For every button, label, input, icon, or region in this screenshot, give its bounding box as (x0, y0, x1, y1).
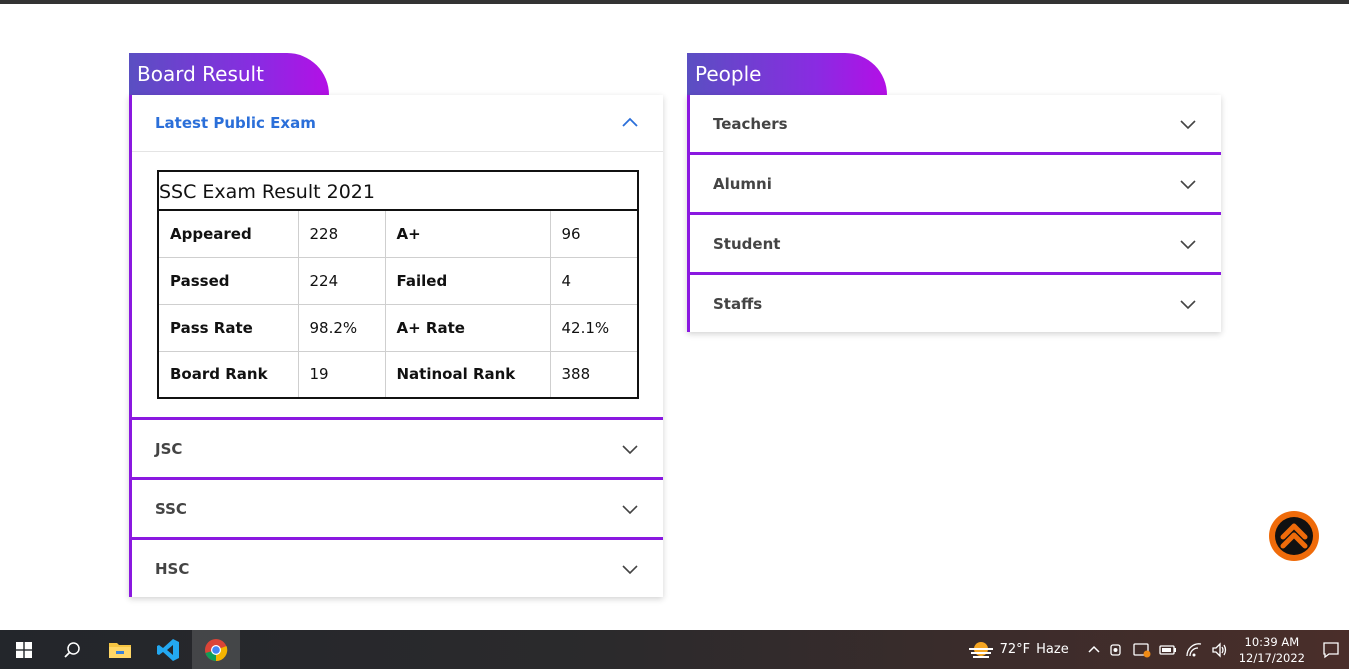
table-row: Pass Rate 98.2% A+ Rate 42.1% (157, 303, 639, 352)
table-row: Board Rank 19 Natinoal Rank 388 (157, 350, 639, 399)
cell-label: Natinoal Rank (384, 350, 551, 399)
cell-value: 4 (549, 256, 639, 305)
exam-result-table: SSC Exam Result 2021 Appeared 228 A+ 96 … (157, 170, 639, 399)
board-result-accordion: Latest Public Exam SSC Exam Result 2021 … (129, 95, 663, 597)
cell-label: A+ Rate (384, 303, 551, 352)
cell-label: Pass Rate (157, 303, 299, 352)
chevron-down-icon (1180, 239, 1196, 249)
student-header[interactable]: Student (690, 215, 1221, 272)
accordion-item-ssc: SSC (132, 480, 663, 540)
board-result-title: Board Result (129, 53, 329, 95)
accordion-item-latest-public-exam: Latest Public Exam SSC Exam Result 2021 … (132, 95, 663, 420)
hsc-label: HSC (155, 559, 190, 578)
accordion-item-teachers: Teachers (690, 95, 1221, 155)
start-button[interactable] (0, 630, 48, 669)
cell-value: 96 (549, 209, 639, 258)
latest-public-exam-label: Latest Public Exam (155, 114, 316, 132)
tray-icons (1087, 641, 1229, 658)
cell-label: Failed (384, 256, 551, 305)
vscode-icon (157, 638, 179, 661)
search-icon (64, 641, 80, 658)
taskbar: 72°F Haze 10:39 AM 12/17/2022 (0, 630, 1349, 669)
file-explorer-button[interactable] (96, 630, 144, 669)
people-panel: People Teachers Alumni Student Staffs (687, 53, 1221, 332)
battery-icon[interactable] (1159, 643, 1177, 657)
chevron-down-icon (1180, 179, 1196, 189)
jsc-header[interactable]: JSC (132, 420, 663, 477)
board-result-panel: Board Result Latest Public Exam SSC Exam… (129, 53, 663, 597)
accordion-item-hsc: HSC (132, 540, 663, 597)
accordion-item-alumni: Alumni (690, 155, 1221, 215)
cell-value: 224 (297, 256, 386, 305)
meet-now-icon[interactable] (1109, 642, 1125, 658)
chevron-down-icon (1180, 119, 1196, 129)
windows-logo-icon (16, 641, 32, 658)
chrome-icon (205, 638, 228, 661)
accordion-item-jsc: JSC (132, 420, 663, 480)
table-row: Appeared 228 A+ 96 (157, 209, 639, 258)
chevron-up-icon[interactable] (1087, 643, 1101, 657)
staffs-header[interactable]: Staffs (690, 275, 1221, 332)
cell-label: A+ (384, 209, 551, 258)
clock[interactable]: 10:39 AM 12/17/2022 (1239, 634, 1305, 666)
table-row: Passed 224 Failed 4 (157, 256, 639, 305)
teachers-header[interactable]: Teachers (690, 95, 1221, 152)
staffs-label: Staffs (713, 294, 763, 313)
teachers-label: Teachers (713, 114, 788, 133)
system-tray: 72°F Haze 10:39 AM 12/17/2022 (968, 630, 1349, 669)
double-chevron-up-icon (1275, 517, 1313, 555)
window-top-border (0, 0, 1349, 4)
student-label: Student (713, 234, 781, 253)
hsc-header[interactable]: HSC (132, 540, 663, 597)
people-accordion: Teachers Alumni Student Staffs (687, 95, 1221, 332)
vscode-button[interactable] (144, 630, 192, 669)
screen-capture-icon[interactable] (1133, 642, 1151, 658)
cell-value: 388 (549, 350, 639, 399)
cell-value: 228 (297, 209, 386, 258)
cell-label: Board Rank (157, 350, 299, 399)
volume-icon[interactable] (1211, 641, 1229, 658)
clock-time: 10:39 AM (1244, 634, 1300, 649)
chrome-button[interactable] (192, 630, 240, 669)
cell-value: 98.2% (297, 303, 386, 352)
chevron-down-icon (622, 564, 638, 574)
clock-date: 12/17/2022 (1238, 650, 1305, 665)
folder-icon (109, 642, 131, 658)
weather-condition: Haze (1036, 642, 1069, 657)
cell-value: 19 (297, 350, 386, 399)
chevron-up-icon (622, 117, 638, 127)
alumni-header[interactable]: Alumni (690, 155, 1221, 212)
haze-weather-icon (968, 641, 993, 658)
latest-public-exam-body: SSC Exam Result 2021 Appeared 228 A+ 96 … (132, 152, 663, 417)
taskbar-search-button[interactable] (48, 630, 96, 669)
notification-button[interactable] (1319, 641, 1343, 659)
chevron-down-icon (622, 504, 638, 514)
wifi-icon[interactable] (1185, 642, 1203, 658)
alumni-label: Alumni (713, 174, 772, 193)
cell-value: 42.1% (549, 303, 639, 352)
exam-result-table-title: SSC Exam Result 2021 (157, 170, 639, 209)
weather-widget[interactable]: 72°F Haze (968, 640, 1069, 660)
ssc-label: SSC (155, 499, 187, 518)
ssc-header[interactable]: SSC (132, 480, 663, 537)
jsc-label: JSC (155, 439, 183, 458)
cell-label: Appeared (157, 209, 299, 258)
accordion-item-student: Student (690, 215, 1221, 275)
notification-icon (1323, 641, 1339, 658)
latest-public-exam-header[interactable]: Latest Public Exam (132, 95, 663, 152)
accordion-item-staffs: Staffs (690, 275, 1221, 332)
back-to-top-button[interactable] (1269, 511, 1319, 561)
people-title: People (687, 53, 887, 95)
chevron-down-icon (622, 444, 638, 454)
cell-label: Passed (157, 256, 299, 305)
chevron-down-icon (1180, 299, 1196, 309)
weather-temperature: 72°F (999, 642, 1031, 657)
